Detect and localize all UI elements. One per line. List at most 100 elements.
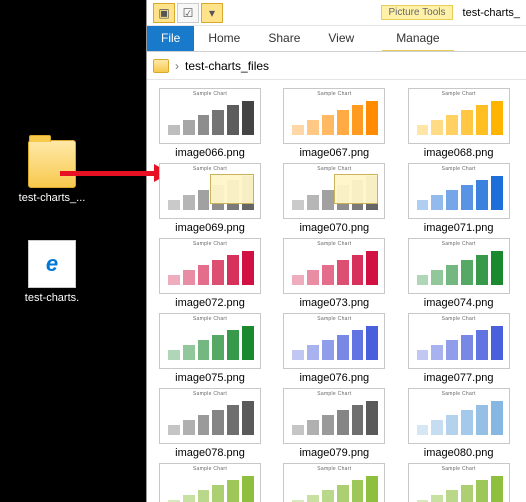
chart-title: Sample Chart [160, 391, 260, 397]
folder-icon [28, 140, 76, 188]
breadcrumb-sep: › [175, 59, 179, 73]
chart-preview: Sample Chart [159, 463, 261, 502]
file-name: image072.png [151, 297, 269, 309]
chart-preview: Sample Chart [283, 238, 385, 294]
qat-properties-icon[interactable]: ☑ [177, 3, 199, 23]
chart-bars [292, 251, 378, 285]
chart-preview: Sample Chart [408, 463, 510, 502]
chart-title: Sample Chart [160, 91, 260, 97]
chart-bars [168, 476, 254, 502]
chart-title: Sample Chart [409, 241, 509, 247]
desktop-icon-label: test-charts_... [12, 192, 92, 204]
file-thumbnail[interactable]: Sample Chart image069.png [151, 163, 269, 234]
breadcrumb-current[interactable]: test-charts_files [185, 59, 269, 73]
file-thumbnail[interactable]: Sample Chart image073.png [275, 238, 393, 309]
chart-bars [417, 326, 503, 360]
tab-file[interactable]: File [147, 26, 194, 51]
chart-title: Sample Chart [160, 316, 260, 322]
file-name: image079.png [275, 447, 393, 459]
desktop: test-charts_... e test-charts. [0, 0, 146, 502]
file-thumbnail[interactable]: Sample Chart image067.png [275, 88, 393, 159]
chart-bars [292, 401, 378, 435]
chart-preview: Sample Chart [408, 388, 510, 444]
file-thumbnail[interactable]: Sample Chart image066.png [151, 88, 269, 159]
chart-title: Sample Chart [284, 466, 384, 472]
edge-icon: e [28, 240, 76, 288]
chart-preview: Sample Chart [159, 388, 261, 444]
chart-title: Sample Chart [409, 391, 509, 397]
file-thumbnail[interactable]: Sample Chart image074.png [400, 238, 518, 309]
chart-bars [417, 251, 503, 285]
tab-home[interactable]: Home [194, 26, 254, 51]
chart-bars [168, 251, 254, 285]
chart-preview: Sample Chart [159, 163, 261, 219]
file-list[interactable]: Sample Chartimage066.pngSample Chartimag… [147, 80, 526, 502]
file-name: image068.png [400, 147, 518, 159]
file-thumbnail[interactable]: Sample Chart image080.png [400, 388, 518, 459]
chart-bars [292, 101, 378, 135]
chart-bars [417, 476, 503, 502]
ribbon-tabs: File Home Share View Manage [147, 26, 526, 52]
file-name: image074.png [400, 297, 518, 309]
tab-view[interactable]: View [314, 26, 368, 51]
desktop-icon-edge[interactable]: e test-charts. [12, 240, 92, 304]
folder-icon [153, 59, 169, 73]
chart-preview: Sample Chart [159, 313, 261, 369]
chart-title: Sample Chart [284, 166, 384, 172]
chart-title: Sample Chart [284, 241, 384, 247]
chart-preview: Sample Chart [283, 313, 385, 369]
file-thumbnail[interactable]: Sample Chartimage081.png [151, 463, 269, 502]
file-thumbnail[interactable]: Sample Chart image072.png [151, 238, 269, 309]
file-name: image080.png [400, 447, 518, 459]
file-thumbnail[interactable]: Sample Chart image077.png [400, 313, 518, 384]
file-thumbnail[interactable]: Sample Chart image076.png [275, 313, 393, 384]
address-bar[interactable]: › test-charts_files [147, 52, 526, 80]
qat-new-folder-icon[interactable]: ▾ [201, 3, 223, 23]
file-name: image073.png [275, 297, 393, 309]
chart-preview: Sample Chart [408, 313, 510, 369]
qat-folder-icon[interactable]: ▣ [153, 3, 175, 23]
file-thumbnail[interactable]: Sample Chart image071.png [400, 163, 518, 234]
file-name: image075.png [151, 372, 269, 384]
chart-preview: Sample Chart [159, 88, 261, 144]
chart-preview: Sample Chart [159, 238, 261, 294]
chart-preview: Sample Chart [408, 163, 510, 219]
file-thumbnail[interactable]: Sample Chart image078.png [151, 388, 269, 459]
file-thumbnail[interactable]: Sample Chart image075.png [151, 313, 269, 384]
file-name: image066.png [151, 147, 269, 159]
file-name: image077.png [400, 372, 518, 384]
file-thumbnail[interactable]: Sample Chartimage068.png [400, 88, 518, 159]
file-thumbnail[interactable]: Sample Chartimage070.png [275, 163, 393, 234]
annotation-arrow [60, 166, 170, 180]
file-name: image071.png [400, 222, 518, 234]
chart-bars [292, 476, 378, 502]
chart-bars [168, 101, 254, 135]
contextual-tab-label: Picture Tools [381, 5, 452, 20]
file-thumbnail[interactable]: Sample Chartimage083.png [400, 463, 518, 502]
chart-preview: Sample Chart [283, 463, 385, 502]
file-name: image076.png [275, 372, 393, 384]
file-thumbnail[interactable]: Sample Chart image079.png [275, 388, 393, 459]
chart-bars [417, 401, 503, 435]
tab-share[interactable]: Share [254, 26, 314, 51]
titlebar: ▣ ☑ ▾ Picture Tools test-charts_ [147, 0, 526, 26]
chart-bars [168, 401, 254, 435]
quick-access-toolbar: ▣ ☑ ▾ [147, 3, 229, 23]
chart-title: Sample Chart [409, 316, 509, 322]
tab-manage[interactable]: Manage [382, 26, 453, 51]
chart-bars [417, 101, 503, 135]
chart-title: Sample Chart [160, 241, 260, 247]
file-name: image078.png [151, 447, 269, 459]
chart-preview: Sample Chart [283, 163, 385, 219]
desktop-icon-label: test-charts. [12, 292, 92, 304]
chart-title: Sample Chart [409, 166, 509, 172]
file-name: image069.png [151, 222, 269, 234]
file-name: image067.png [275, 147, 393, 159]
chart-title: Sample Chart [284, 316, 384, 322]
chart-title: Sample Chart [284, 391, 384, 397]
chart-title: Sample Chart [160, 466, 260, 472]
chart-preview: Sample Chart [283, 388, 385, 444]
chart-title: Sample Chart [284, 91, 384, 97]
chart-bars [417, 176, 503, 210]
file-thumbnail[interactable]: Sample Chartimage082.png [275, 463, 393, 502]
